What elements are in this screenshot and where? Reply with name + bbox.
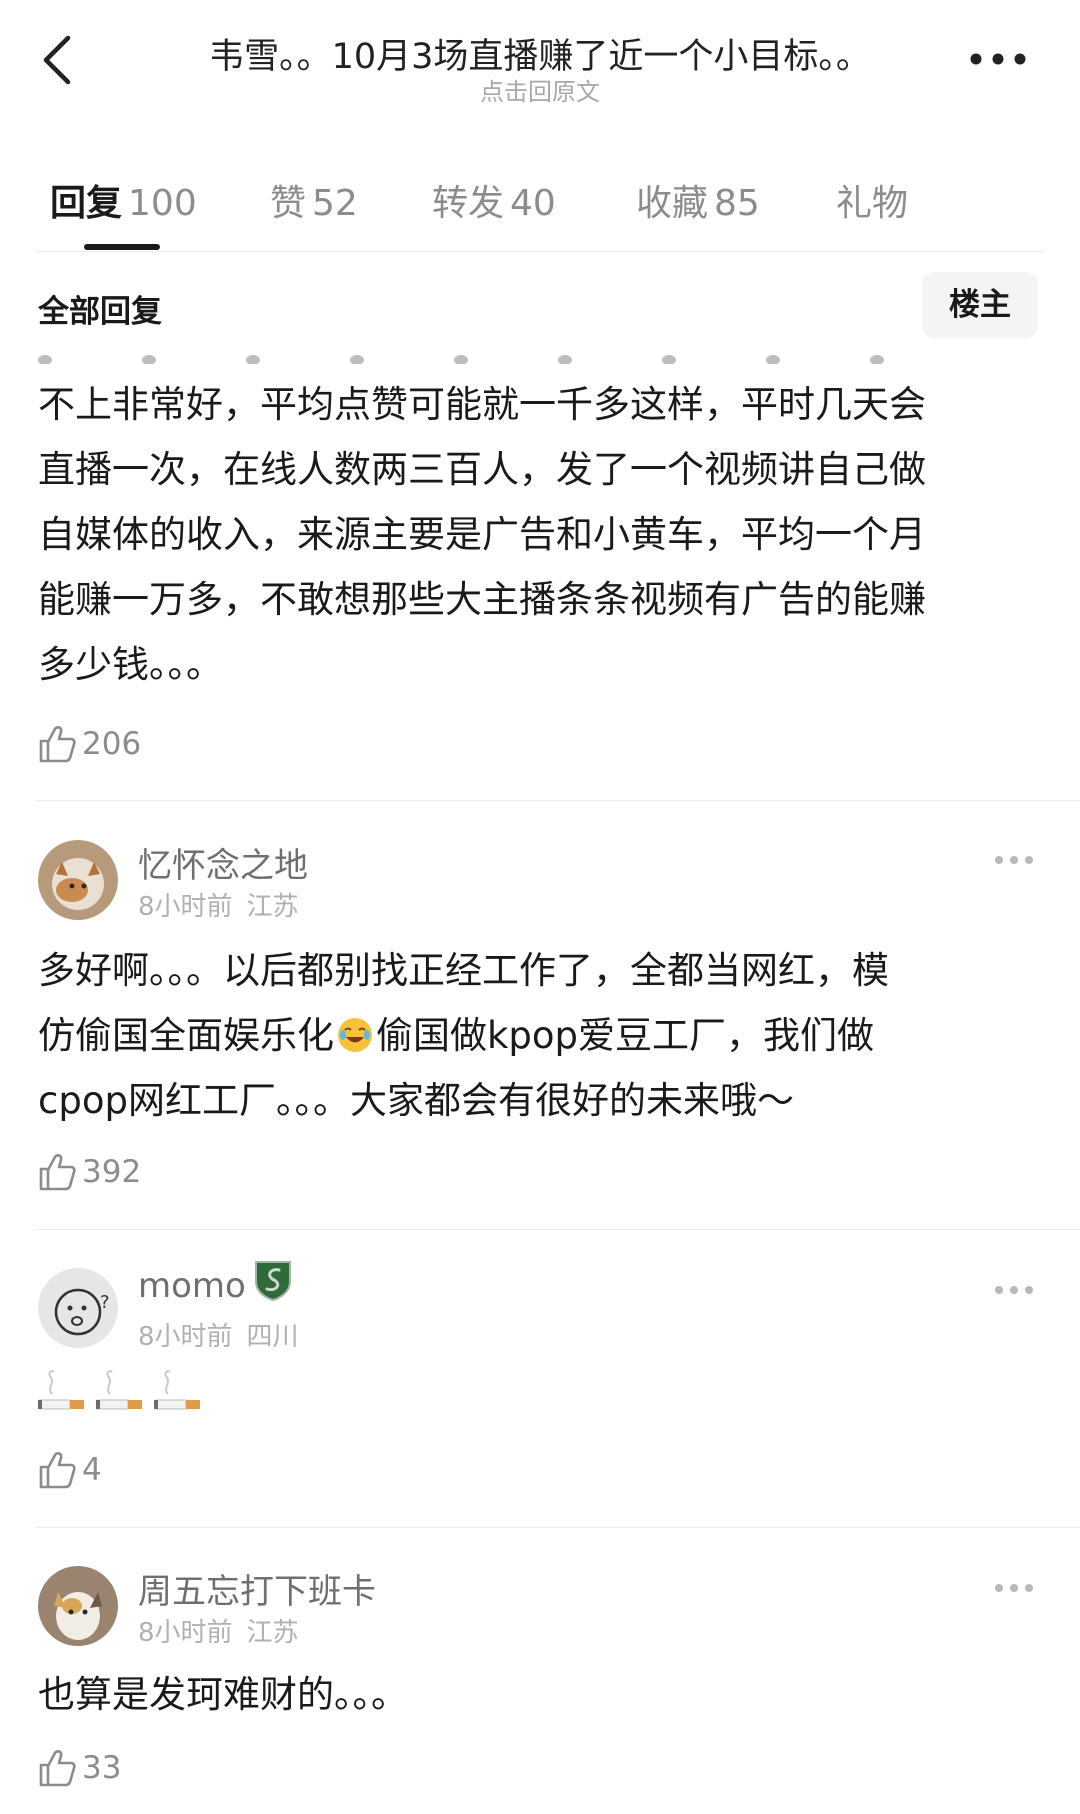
tab-label: 转发 (432, 183, 505, 224)
owner-only-button[interactable]: 楼主 (922, 272, 1038, 338)
comment-meta: 8小时前 江苏 (138, 886, 299, 923)
comment-line: 多少钱。。。 (38, 643, 223, 686)
comment-line: 不上非常好，平均点赞可能就一千多这样，平时几天会 (38, 383, 926, 426)
comment-line: 直播一次，在线人数两三百人，发了一个视频讲自己做 (38, 448, 926, 491)
thumbs-up-icon (39, 1452, 76, 1489)
more-icon[interactable] (968, 46, 1028, 72)
comment-text-segment: 偷国做kpop爱豆工厂，我们做 (376, 1014, 875, 1057)
like-count: 4 (82, 1452, 102, 1488)
comment-time: 8小时前 (138, 1618, 233, 1648)
comment-text: 不上非常好，平均点赞可能就一千多这样，平时几天会 直播一次，在线人数两三百人，发… (38, 372, 1038, 697)
svg-text:?: ? (100, 1292, 110, 1313)
clipped-text-fragment (38, 350, 1018, 364)
cigarette-emoji (38, 1370, 84, 1410)
like-count: 206 (82, 726, 142, 762)
thumbs-up-icon (39, 726, 76, 763)
active-tab-indicator (84, 244, 160, 250)
comment-line: 多好啊。。。以后都别找正经工作了，全都当网红，模 (38, 949, 889, 992)
tab-label: 赞 (270, 183, 307, 224)
divider (36, 1527, 1080, 1528)
avatar[interactable] (38, 840, 118, 920)
username[interactable]: 周五忘打下班卡 (138, 1564, 376, 1613)
tab-count: 52 (312, 183, 358, 224)
thumbs-up-icon (39, 1154, 76, 1191)
tab-reposts[interactable]: 转发 40 (432, 174, 556, 226)
more-icon[interactable] (992, 1580, 1036, 1596)
tab-label: 回复 (50, 183, 123, 224)
avatar[interactable] (38, 1566, 118, 1646)
comment-line: 自媒体的收入，来源主要是广告和小黄车，平均一个月 (38, 513, 926, 556)
like-button[interactable]: 392 (38, 1150, 141, 1194)
comment-emoji-row (38, 1368, 212, 1414)
divider (36, 800, 1080, 801)
tab-gifts[interactable]: 礼物 (836, 174, 908, 226)
tears-of-joy-emoji (338, 1018, 372, 1052)
tab-count: 85 (714, 183, 760, 224)
comment-meta: 8小时前 江苏 (138, 1612, 299, 1649)
cigarette-emoji (96, 1370, 142, 1410)
comment-time: 8小时前 (138, 892, 233, 922)
tab-favorites[interactable]: 收藏 85 (636, 174, 760, 226)
tab-count: 40 (510, 183, 556, 224)
all-replies-heading: 全部回复 (38, 294, 162, 330)
comment-meta: 8小时前 四川 (138, 1316, 299, 1353)
username[interactable]: momo (138, 1266, 246, 1306)
like-count: 33 (82, 1750, 122, 1786)
tab-label: 收藏 (636, 183, 709, 224)
thumbs-up-icon (39, 1750, 76, 1787)
tab-count: 100 (128, 183, 197, 224)
like-button[interactable]: 33 (38, 1746, 121, 1790)
avatar[interactable]: ? (38, 1268, 118, 1348)
like-count: 392 (82, 1154, 142, 1190)
comment-time: 8小时前 (138, 1322, 233, 1352)
comment-line: cpop网红工厂。。。大家都会有很好的未来哦～ (38, 1079, 794, 1122)
slytherin-badge-icon (255, 1261, 291, 1302)
back-to-original-link[interactable]: 点击回原文 (130, 72, 950, 107)
comment-location: 江苏 (246, 1618, 299, 1648)
cigarette-emoji (154, 1370, 200, 1410)
comment-location: 江苏 (246, 892, 299, 922)
divider (36, 251, 1044, 252)
tab-replies[interactable]: 回复 100 (50, 174, 197, 226)
more-icon[interactable] (992, 1282, 1036, 1298)
comment-text: 也算是发珂难财的。。。 (38, 1673, 408, 1716)
comment-location: 四川 (246, 1322, 299, 1352)
comment-line: 能赚一万多，不敢想那些大主播条条视频有广告的能赚 (38, 578, 926, 621)
comment-line: 仿偷国全面娱乐化 偷国做kpop爱豆工厂，我们做 (38, 1003, 1038, 1068)
tab-label: 礼物 (836, 183, 909, 224)
more-icon[interactable] (992, 852, 1036, 868)
tab-bar: 回复 100 赞 52 转发 40 收藏 85 礼物 (0, 150, 1080, 250)
divider (36, 1229, 1080, 1230)
comment-text: 多好啊。。。以后都别找正经工作了，全都当网红，模 仿偷国全面娱乐化 偷国做kpo… (38, 938, 1038, 1133)
top-bar: 韦雪。。10月3场直播赚了近一个小目标。。 点击回原文 (0, 0, 1080, 130)
tab-likes[interactable]: 赞 52 (270, 174, 358, 226)
like-button[interactable]: 4 (38, 1448, 102, 1492)
back-arrow-icon[interactable] (34, 30, 84, 90)
comment-text-segment: 仿偷国全面娱乐化 (38, 1014, 334, 1057)
username[interactable]: 忆怀念之地 (138, 838, 308, 887)
like-button[interactable]: 206 (38, 722, 141, 766)
